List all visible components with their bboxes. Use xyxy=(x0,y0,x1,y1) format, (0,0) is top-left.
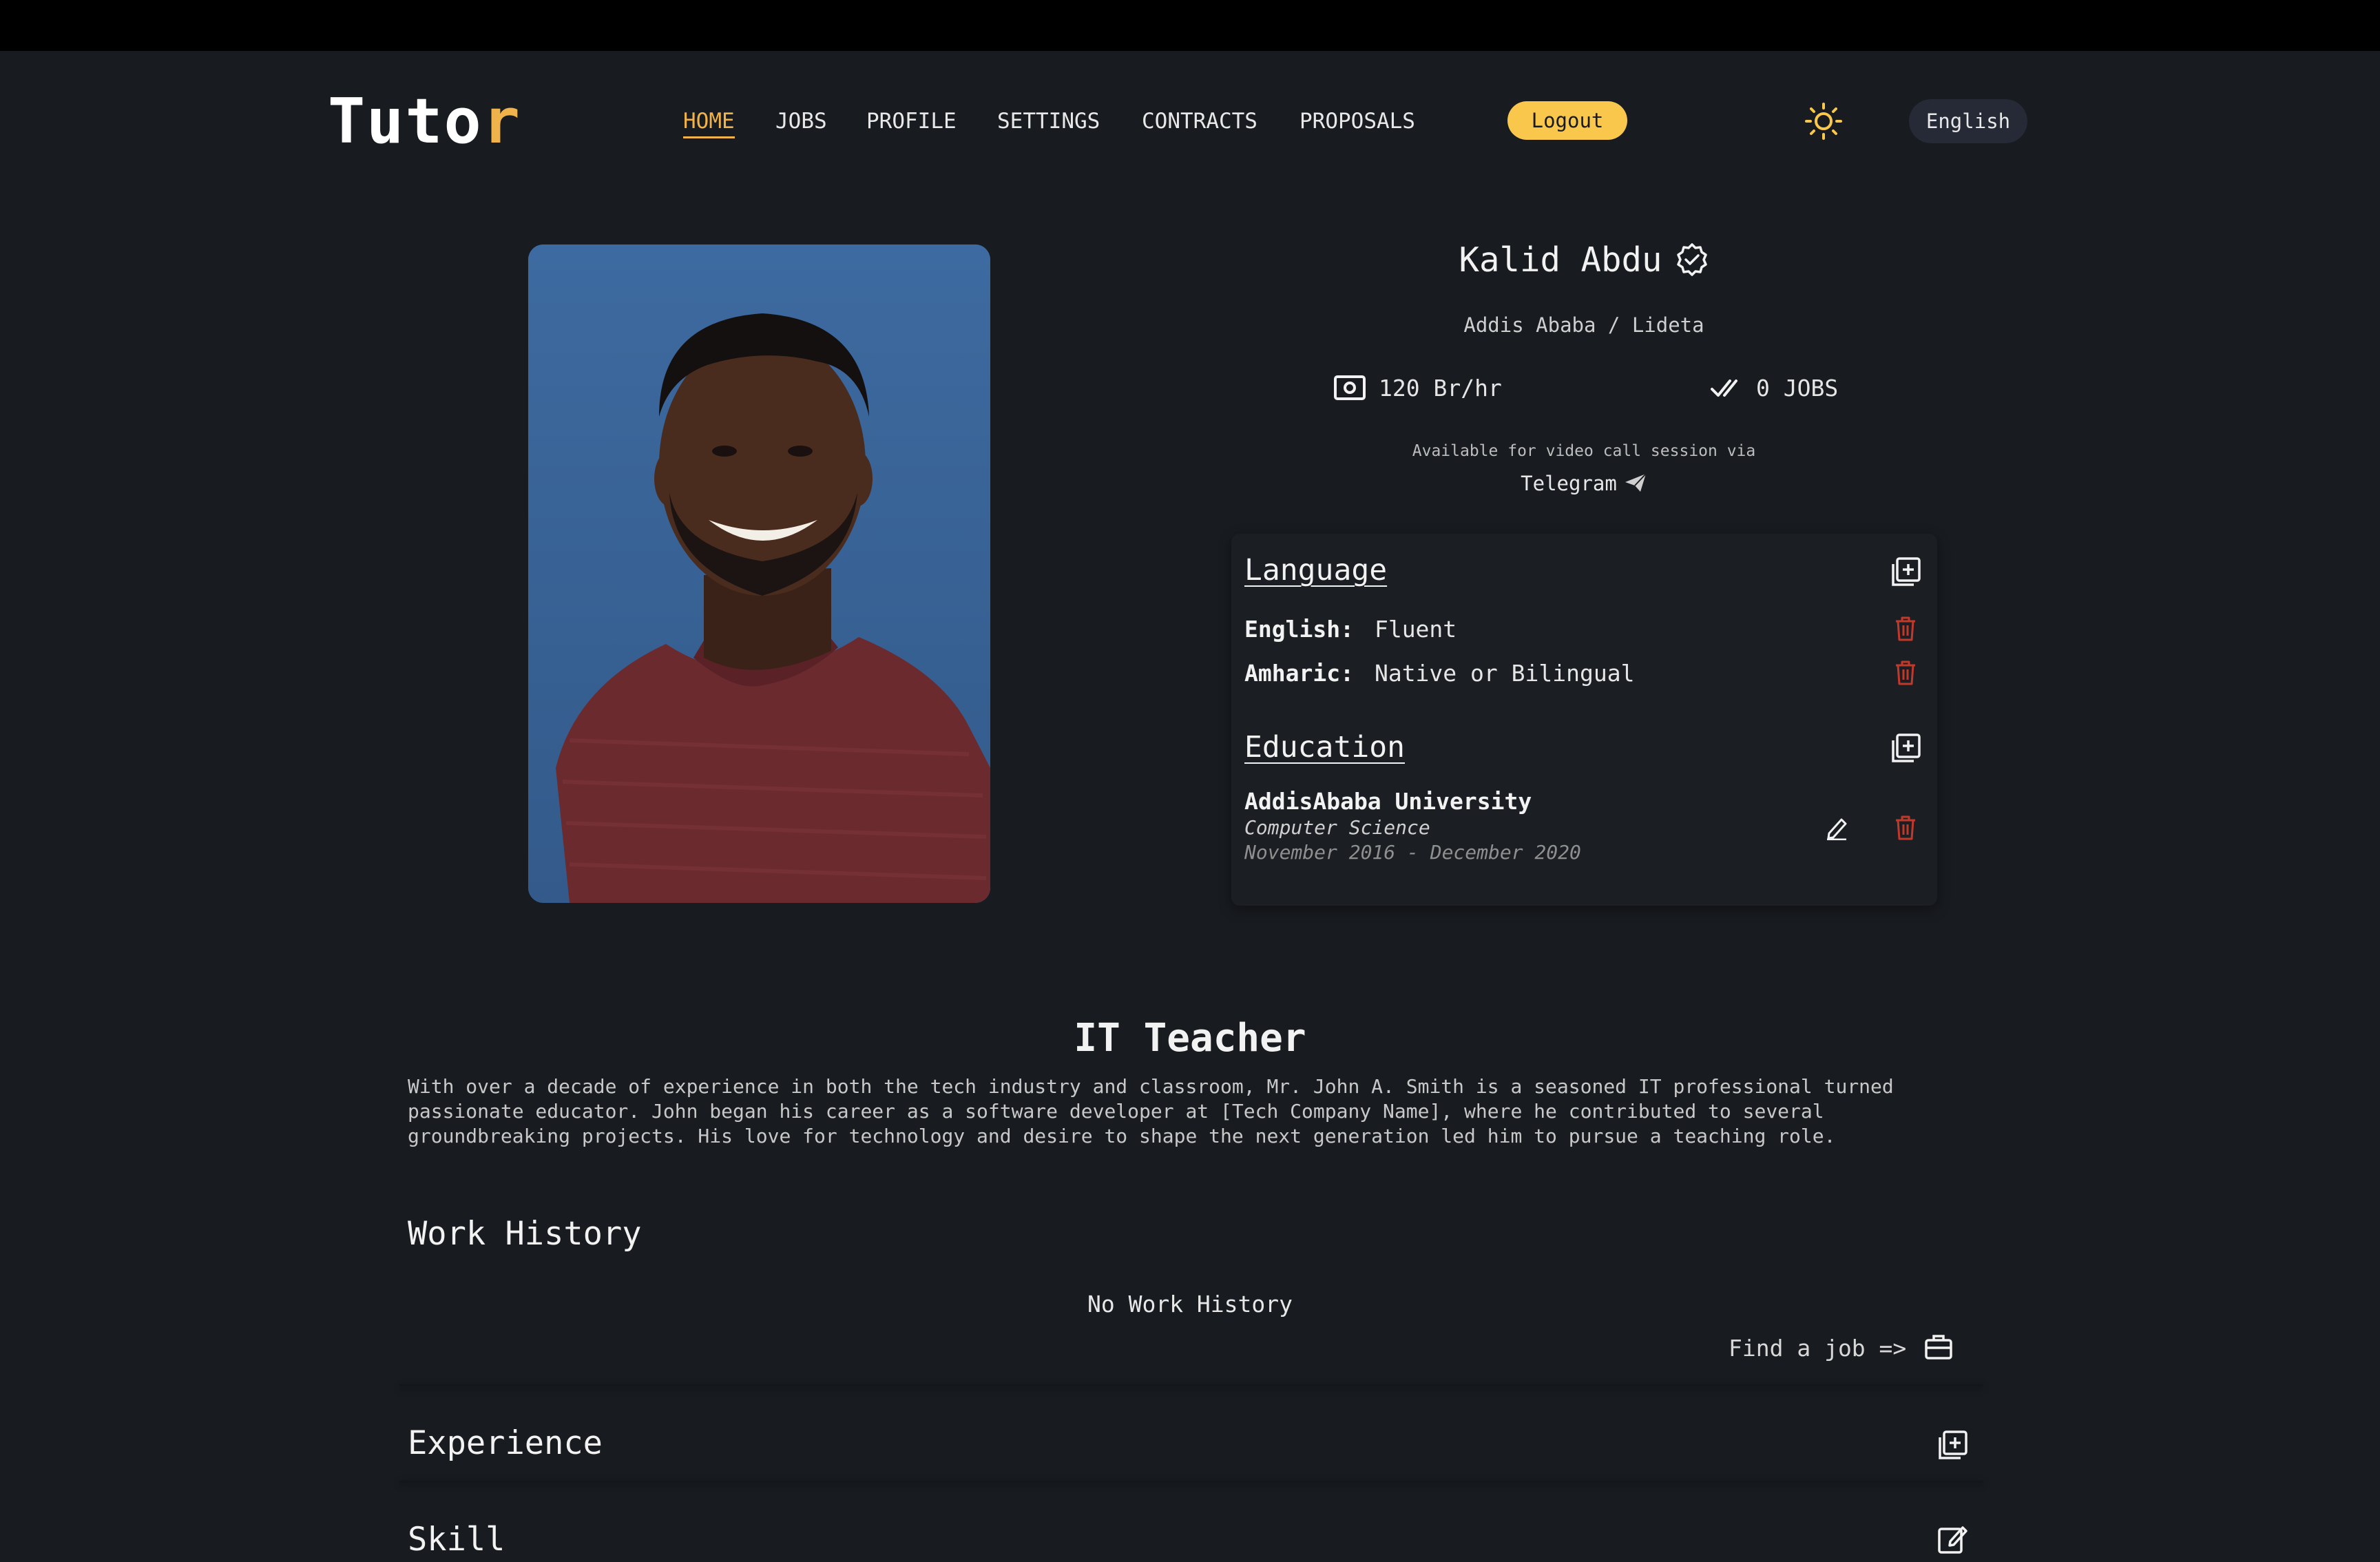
delete-education-button[interactable] xyxy=(1894,815,1917,841)
nav-jobs[interactable]: JOBS xyxy=(775,107,827,135)
language-item: English: Fluent xyxy=(1244,614,1457,645)
find-job-link[interactable]: Find a job => xyxy=(1729,1333,1953,1364)
section-divider xyxy=(399,1481,1983,1483)
add-education-button[interactable] xyxy=(1890,733,1921,764)
verified-badge-icon xyxy=(1676,242,1707,276)
delete-language-amharic-button[interactable] xyxy=(1894,660,1917,686)
sun-icon[interactable] xyxy=(1804,102,1843,140)
jobs-count: 0 JOBS xyxy=(1711,372,1838,405)
send-icon xyxy=(1625,473,1647,492)
profile-name: Kalid Abdu xyxy=(1459,240,1662,280)
nav-proposals[interactable]: PROPOSALS xyxy=(1299,107,1415,135)
edit-education-button[interactable] xyxy=(1825,815,1848,840)
education-school: AddisAbaba University xyxy=(1244,788,1532,815)
work-history-empty: No Work History xyxy=(1087,1291,1293,1318)
briefcase-icon xyxy=(1925,1334,1953,1360)
skills-title: Skill xyxy=(408,1521,505,1559)
section-divider xyxy=(399,1384,1983,1386)
find-job-label: Find a job => xyxy=(1729,1335,1907,1362)
hourly-rate-value: 120 Br/hr xyxy=(1379,375,1502,402)
profile-headline: IT Teacher xyxy=(1074,1016,1306,1061)
language-item: Amharic: Native or Bilingual xyxy=(1244,658,1634,689)
nav-settings[interactable]: SETTINGS xyxy=(997,107,1100,135)
language-level: Native or Bilingual xyxy=(1374,660,1635,687)
call-platform[interactable]: Telegram xyxy=(1240,470,1928,497)
edit-skills-button[interactable] xyxy=(1937,1523,1968,1555)
experience-title: Experience xyxy=(408,1424,603,1462)
language-select[interactable]: English xyxy=(1909,99,2027,143)
language-name: Amharic: xyxy=(1244,660,1354,687)
double-check-icon xyxy=(1711,379,1737,397)
window-top-bar xyxy=(0,0,2380,51)
profile-location: Addis Ababa / Lideta xyxy=(1463,313,1704,337)
profile-photo xyxy=(528,244,990,903)
add-experience-button[interactable] xyxy=(1937,1430,1968,1461)
nav-contracts[interactable]: CONTRACTS xyxy=(1142,107,1257,135)
logo-accent: r xyxy=(482,85,521,158)
nav-home[interactable]: HOME xyxy=(683,107,735,138)
profile-bio: With over a decade of experience in both… xyxy=(408,1075,1894,1147)
nav-profile[interactable]: PROFILE xyxy=(866,107,957,135)
logout-button[interactable]: Logout xyxy=(1507,101,1627,140)
education-title: Education xyxy=(1244,730,1405,764)
language-name: English: xyxy=(1244,616,1354,643)
work-history-title: Work History xyxy=(408,1215,642,1253)
profile-photo-illustration xyxy=(528,244,990,903)
hourly-rate: 120 Br/hr xyxy=(1333,372,1502,405)
language-title: Language xyxy=(1244,553,1388,587)
logo[interactable]: Tutor xyxy=(328,84,521,160)
language-level: Fluent xyxy=(1374,616,1457,643)
profile-name-row: Kalid Abdu xyxy=(1240,238,1928,282)
availability-note: Available for video call session via xyxy=(1412,442,1756,460)
education-dates: November 2016 - December 2020 xyxy=(1244,841,1581,864)
jobs-count-value: 0 JOBS xyxy=(1756,375,1839,402)
logo-text: Tuto xyxy=(328,85,483,158)
add-language-button[interactable] xyxy=(1890,556,1921,588)
money-icon xyxy=(1334,375,1366,400)
call-platform-label: Telegram xyxy=(1521,472,1617,495)
delete-language-english-button[interactable] xyxy=(1894,616,1917,642)
education-field: Computer Science xyxy=(1244,816,1430,839)
